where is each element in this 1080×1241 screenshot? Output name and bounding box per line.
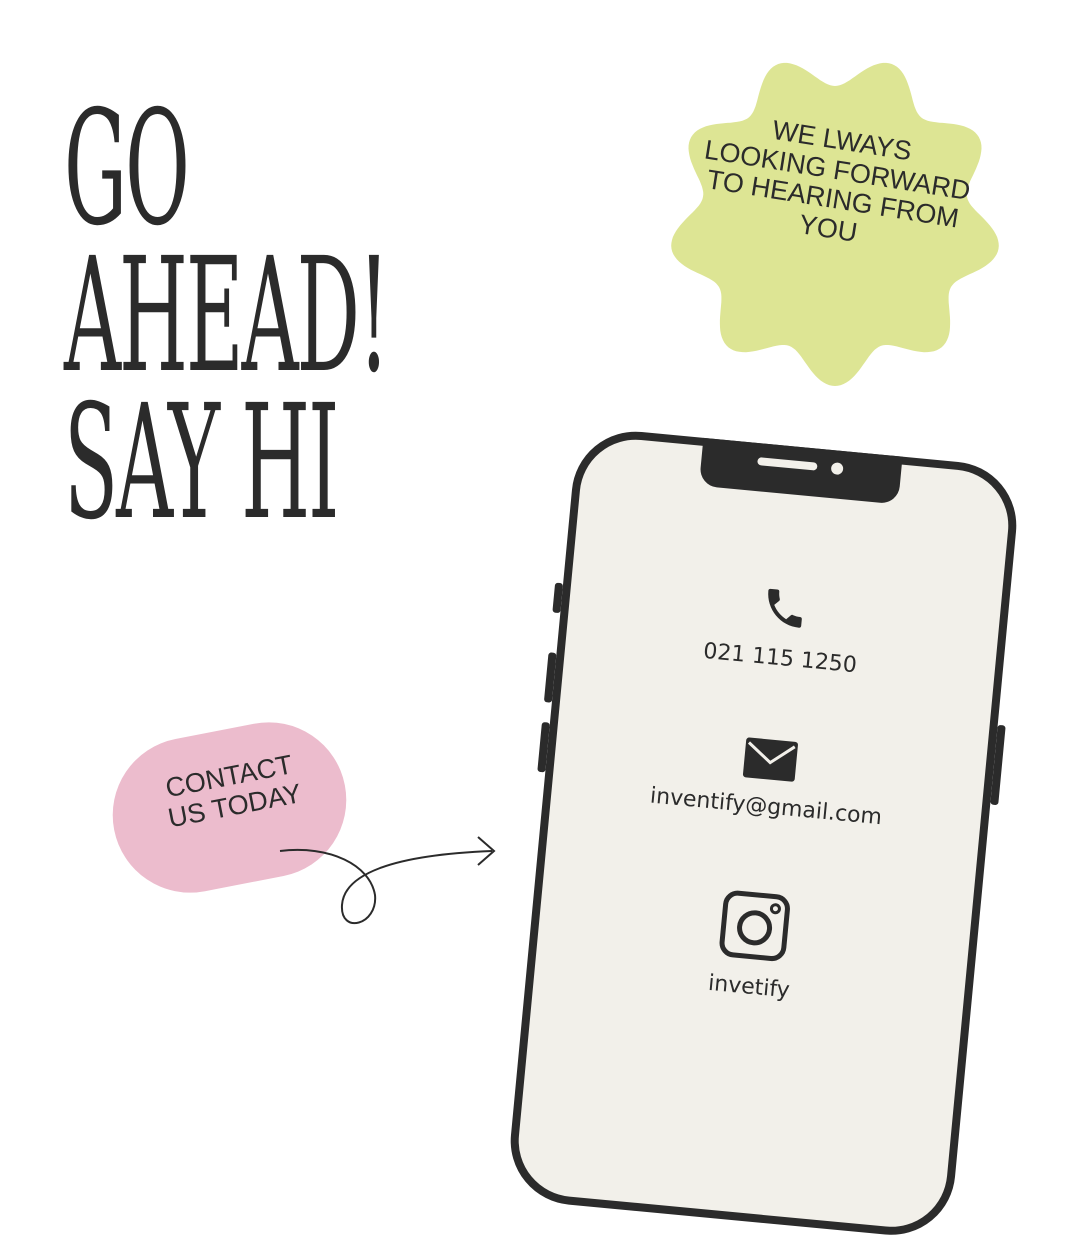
phone-camera: [830, 462, 844, 476]
phone-notch: [698, 437, 903, 505]
phone-icon: [768, 588, 802, 628]
phone-number: 021 115 1250: [702, 638, 858, 679]
wavy-badge: WE LWAYS LOOKING FORWARD TO HEARING FROM…: [660, 48, 1010, 393]
phone-side-button: [543, 652, 557, 703]
phone-side-button: [552, 582, 564, 614]
phone-side-button: [990, 724, 1006, 806]
instagram-icon: [719, 890, 790, 962]
headline: GO AHEAD! SAY HI: [64, 77, 390, 555]
mail-icon: [742, 737, 798, 782]
phone-side-button: [537, 721, 550, 773]
headline-line-3: SAY HI: [64, 370, 339, 555]
instagram-handle: invetify: [707, 970, 791, 1004]
contact-phone[interactable]: 021 115 1250: [565, 564, 1001, 691]
email-address: inventify@gmail.com: [648, 783, 884, 831]
curly-arrow-icon: [279, 836, 496, 925]
phone-speaker: [757, 457, 818, 471]
contact-instagram[interactable]: invetify: [534, 871, 972, 1020]
phone-mockup: 021 115 1250 inventify@gmail.com invetif…: [504, 426, 1023, 1241]
headline-line-2: AHEAD!: [64, 223, 390, 408]
contact-email[interactable]: inventify@gmail.com: [551, 718, 987, 839]
headline-line-1: GO: [64, 77, 190, 261]
